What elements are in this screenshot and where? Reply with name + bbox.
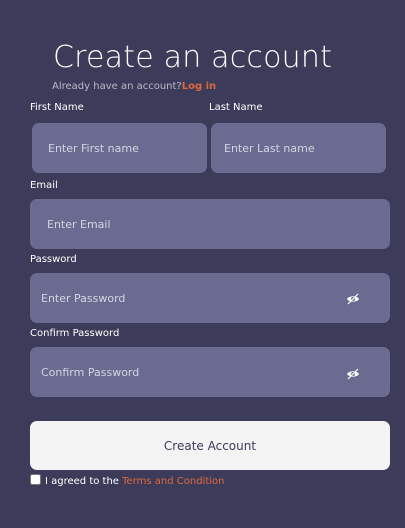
confirm-password-input[interactable] [30, 347, 390, 397]
password-label: Password [30, 254, 77, 265]
page-title: Create an account [53, 40, 333, 75]
create-account-button[interactable]: Create Account [30, 421, 390, 470]
last-name-label: Last Name [209, 102, 263, 113]
email-input[interactable] [30, 199, 390, 249]
eye-icon[interactable] [346, 366, 360, 380]
terms-agreement: I agreed to the Terms and Condition [45, 476, 224, 487]
terms-link[interactable]: Terms and Condition [122, 476, 224, 487]
login-link[interactable]: Log in [182, 81, 216, 92]
last-name-input[interactable] [211, 123, 386, 173]
first-name-label: First Name [30, 102, 84, 113]
email-label: Email [30, 180, 58, 191]
password-input[interactable] [30, 273, 390, 323]
confirm-password-label: Confirm Password [30, 328, 120, 339]
terms-agreement-text: I agreed to the [45, 476, 123, 487]
login-prompt: Already have an account?Log in [52, 81, 216, 92]
first-name-input[interactable] [32, 123, 207, 173]
eye-icon[interactable] [346, 291, 360, 305]
terms-checkbox[interactable] [30, 474, 41, 485]
login-prompt-text: Already have an account? [52, 81, 182, 92]
